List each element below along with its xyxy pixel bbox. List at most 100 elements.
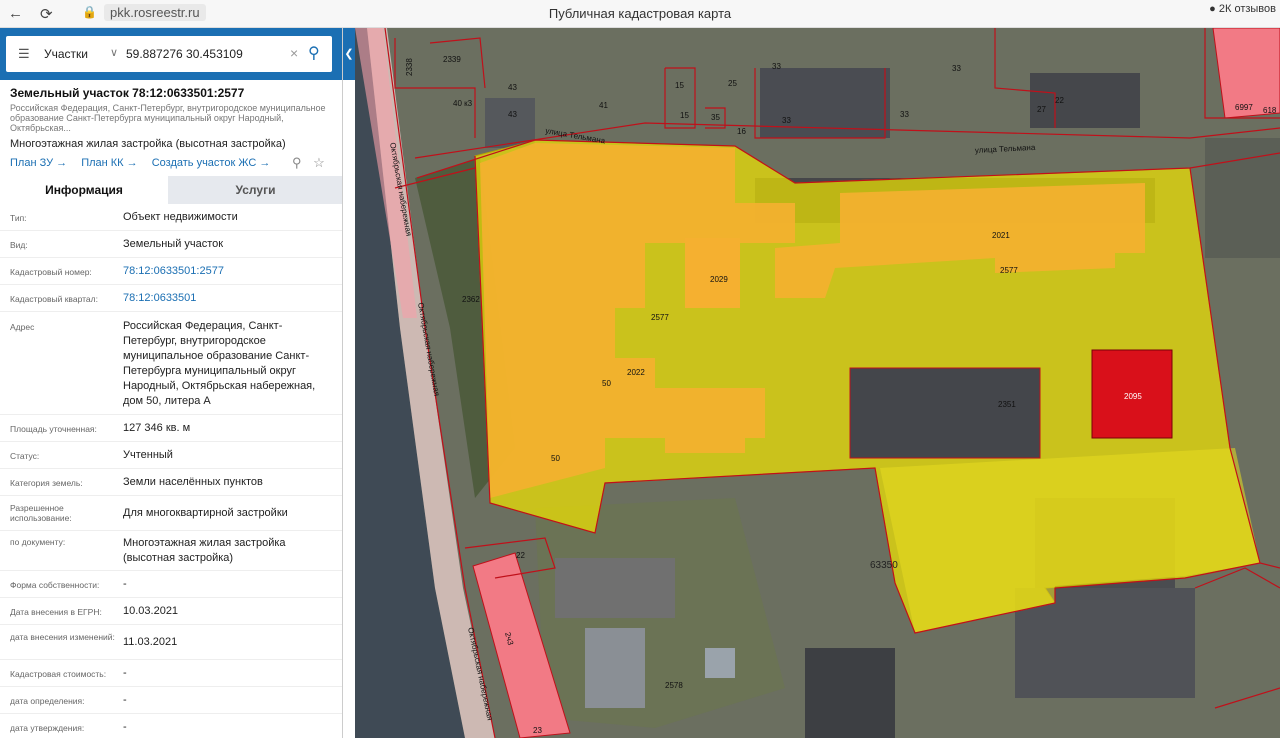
map-view[interactable]: улица Тельмана улица Тельмана Октябрьска… xyxy=(355,28,1280,738)
collapse-sidebar-button[interactable]: ❮ xyxy=(343,28,355,80)
table-row: Форма собственности: - xyxy=(0,571,342,598)
reviews-label: 2К отзывов xyxy=(1218,3,1276,15)
parcel-title: Земельный участок 78:12:0633501:2577 xyxy=(10,86,245,100)
row-label: Статус: xyxy=(10,451,40,461)
warehouse xyxy=(849,367,1041,459)
building xyxy=(705,648,735,678)
parcel-address: Российская Федерация, Санкт-Петербург, в… xyxy=(10,103,326,133)
parcel-label: 2029 xyxy=(710,275,728,284)
row-label: Категория земель: xyxy=(10,478,83,488)
table-row: Кадастровая стоимость: - xyxy=(0,660,342,687)
plan-zu-link[interactable]: План ЗУ → xyxy=(10,157,67,169)
parcel-label: 15 xyxy=(675,81,684,90)
row-label: Площадь уточненная: xyxy=(10,424,97,434)
row-label: Дата внесения в ЕГРН: xyxy=(10,607,102,617)
plan-kk-link[interactable]: План КК → xyxy=(81,157,137,169)
map-canvas[interactable]: улица Тельмана улица Тельмана Октябрьска… xyxy=(355,28,1280,738)
row-label: дата утверждения: xyxy=(10,723,85,733)
row-value: - xyxy=(123,721,127,733)
row-label: дата определения: xyxy=(10,696,85,706)
row-label: Вид: xyxy=(10,240,28,250)
tabbar: Информация Услуги xyxy=(0,176,342,204)
parcel-label: 43 xyxy=(508,110,517,119)
parcel-label: 63350 xyxy=(870,560,898,571)
parcel-label: 33 xyxy=(772,62,781,71)
search-type-select[interactable]: Участки xyxy=(44,47,88,61)
row-value: - xyxy=(123,578,127,590)
row-value: - xyxy=(123,694,127,706)
tab-services[interactable]: Услуги xyxy=(168,176,342,204)
parcel-label: 2577 xyxy=(1000,266,1018,275)
row-value: Земли населённых пунктов xyxy=(123,476,263,488)
parcel-label: 41 xyxy=(599,101,608,110)
parcel-label: 22 xyxy=(1055,96,1064,105)
parcel-label: 15 xyxy=(680,111,689,120)
parcel-label: 16 xyxy=(737,127,746,136)
chevron-down-icon[interactable]: ∨ xyxy=(110,46,118,59)
row-label: дата внесения изменений: xyxy=(10,632,115,642)
table-row: Кадастровый квартал: 78:12:0633501 xyxy=(0,285,342,312)
parcel-label: 35 xyxy=(711,113,720,122)
parcel-tools: ⚲ ☆ xyxy=(292,155,333,171)
row-label: Разрешенное использование: xyxy=(10,503,72,523)
parcel-header: Земельный участок 78:12:0633501:2577 Рос… xyxy=(10,86,335,150)
row-label: Тип: xyxy=(10,213,27,223)
table-row: Категория земель: Земли населённых пункт… xyxy=(0,469,342,496)
menu-icon[interactable]: ☰ xyxy=(18,46,30,62)
street-label: улица Тельмана xyxy=(975,143,1036,155)
row-value: - xyxy=(123,667,127,679)
parcel-label: 618 xyxy=(1263,106,1277,115)
row-value: Российская Федерация, Санкт-Петербург, в… xyxy=(123,320,316,407)
reviews-button[interactable]: ● 2К отзывов xyxy=(1209,3,1276,15)
parcel-label: 33 xyxy=(900,110,909,119)
table-row: дата определения: - xyxy=(0,687,342,714)
cadastral-number-link[interactable]: 78:12:0633501:2577 xyxy=(123,264,333,279)
row-label: Кадастровая стоимость: xyxy=(10,669,107,679)
table-row: Дата внесения в ЕГРН: 10.03.2021 xyxy=(0,598,342,625)
row-value: Для многоквартирной застройки xyxy=(123,507,288,519)
attribute-table: Тип: Объект недвижимости Вид: Земельный … xyxy=(0,204,342,738)
row-value: 10.03.2021 xyxy=(123,605,179,617)
browser-toolbar: ← ⟳ 🔒 pkk.rosreestr.ru Публичная кадастр… xyxy=(0,0,1280,28)
row-value: Объект недвижимости xyxy=(123,211,238,223)
parcel-label: 40 к3 xyxy=(453,99,473,108)
parcel-label: 50 xyxy=(602,379,611,388)
cadastral-quarter-link[interactable]: 78:12:0633501 xyxy=(123,291,333,306)
parcel-label: 2022 xyxy=(627,368,645,377)
row-label: Адрес xyxy=(10,322,35,332)
close-icon[interactable]: × xyxy=(290,45,298,61)
parcel-label: 27 xyxy=(1037,105,1046,114)
parcel-label: 2021 xyxy=(992,231,1010,240)
tab-info[interactable]: Информация xyxy=(0,176,168,204)
row-value: 127 346 кв. м xyxy=(123,422,191,434)
parcel-label: 6997 xyxy=(1235,103,1253,112)
parcel-label: 43 xyxy=(508,83,517,92)
boundary-line xyxy=(394,38,476,138)
building-footprint-2029 xyxy=(685,238,740,308)
row-value: Земельный участок xyxy=(123,238,224,250)
row-label: по документу: xyxy=(10,537,66,547)
parcel-use: Многоэтажная жилая застройка (высотная з… xyxy=(10,138,286,150)
star-icon[interactable]: ☆ xyxy=(313,155,325,170)
search-panel: ☰ Участки ∨ 59.887276 30.453109 × ⚲ xyxy=(0,28,342,80)
search-box: ☰ Участки ∨ 59.887276 30.453109 × ⚲ xyxy=(6,36,332,72)
building xyxy=(1030,73,1140,128)
parcel-label: 2095 xyxy=(1124,392,1142,401)
zoom-to-icon[interactable]: ⚲ xyxy=(292,155,302,170)
building xyxy=(805,648,895,738)
table-row: дата утверждения: - xyxy=(0,714,342,738)
table-row: Статус: Учтенный xyxy=(0,442,342,469)
table-row: по документу: Многоэтажная жилая застрой… xyxy=(0,531,342,571)
create-parcel-link[interactable]: Создать участок ЖС → xyxy=(152,157,271,169)
row-value: Многоэтажная жилая застройка (высотная з… xyxy=(123,537,286,564)
building xyxy=(585,628,645,708)
table-row: Разрешенное использование: Для многоквар… xyxy=(0,496,342,531)
row-label: Форма собственности: xyxy=(10,580,100,590)
parcel-links: План ЗУ → План КК → Создать участок ЖС → xyxy=(10,157,281,169)
search-input[interactable]: 59.887276 30.453109 xyxy=(126,47,243,61)
parcel-label: 2577 xyxy=(651,313,669,322)
table-row: дата внесения изменений: 11.03.2021 xyxy=(0,625,342,660)
table-row: Вид: Земельный участок xyxy=(0,231,342,258)
search-icon[interactable]: ⚲ xyxy=(308,43,320,63)
parcel-label: 22 xyxy=(516,551,525,560)
